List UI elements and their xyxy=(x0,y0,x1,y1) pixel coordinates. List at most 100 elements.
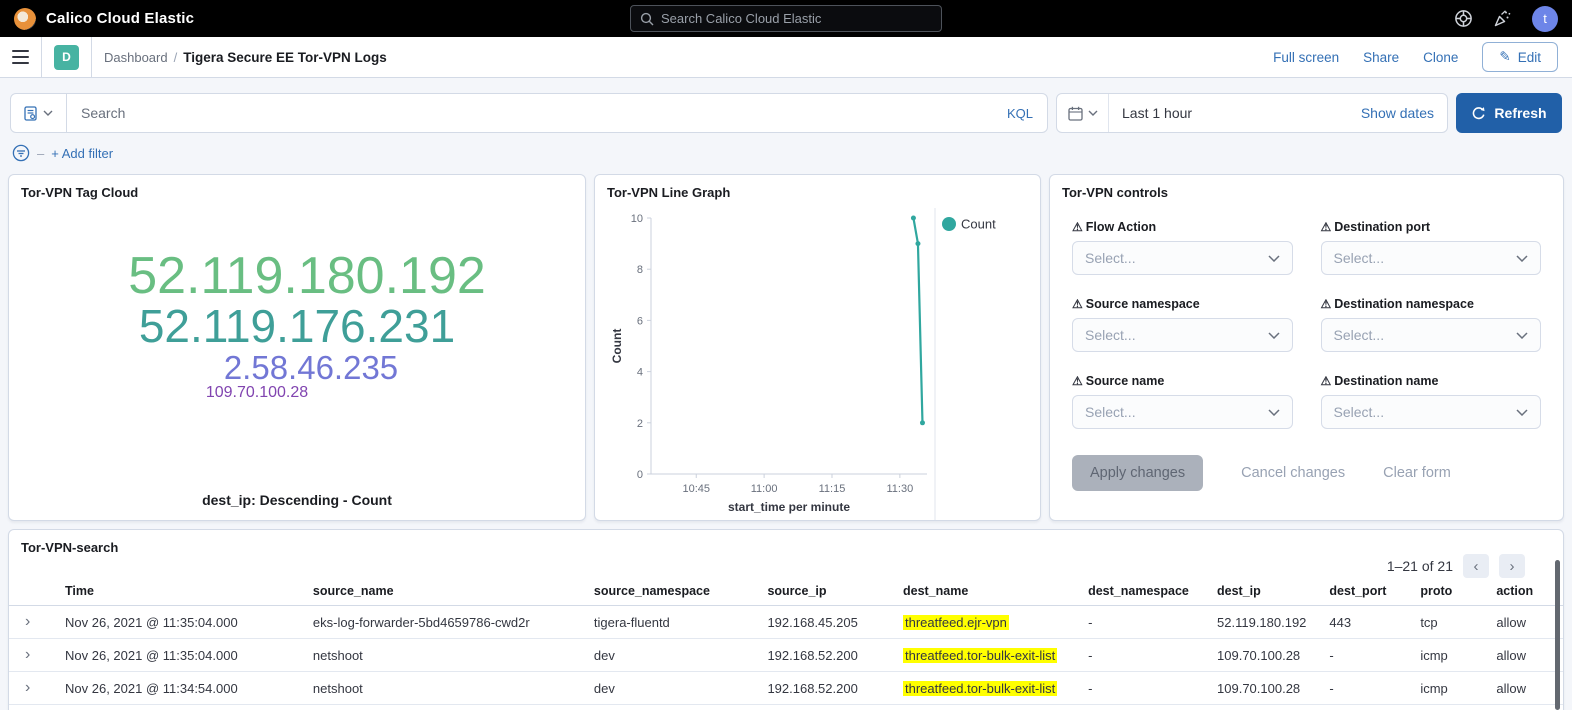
control-field: ⚠Destination namespace Select... xyxy=(1321,297,1542,352)
search-icon xyxy=(640,12,654,26)
clear-form-button[interactable]: Clear form xyxy=(1383,465,1451,481)
control-select[interactable]: Select... xyxy=(1072,395,1293,429)
tag-cloud-items: 52.119.180.19252.119.176.2312.58.46.2351… xyxy=(9,249,585,402)
cell-source_namespace: dev xyxy=(578,681,752,696)
cell-dest_name: threatfeed.tor-bulk-exit-list xyxy=(887,681,1072,696)
kql-button[interactable]: KQL xyxy=(1007,106,1047,121)
cell-dest_port: - xyxy=(1313,681,1404,696)
cell-source_name: eks-log-forwarder-5bd4659786-cwd2r xyxy=(297,615,578,630)
saved-query-menu-button[interactable] xyxy=(11,94,67,132)
row-expand-button[interactable]: › xyxy=(9,614,49,630)
column-header-dest_ip: dest_ip xyxy=(1201,584,1313,598)
tag-cloud-caption: dest_ip: Descending - Count xyxy=(9,492,585,508)
tag-cloud-tag[interactable]: 109.70.100.28 xyxy=(8,385,545,402)
control-select[interactable]: Select... xyxy=(1321,395,1542,429)
user-avatar[interactable]: t xyxy=(1532,6,1558,32)
tag-cloud-panel: Tor-VPN Tag Cloud 52.119.180.19252.119.1… xyxy=(8,174,586,521)
cancel-changes-button[interactable]: Cancel changes xyxy=(1241,465,1345,481)
edit-button[interactable]: ✎ Edit xyxy=(1482,42,1558,72)
chevron-down-icon xyxy=(1268,409,1280,416)
tag-cloud-tag[interactable]: 2.58.46.235 xyxy=(23,351,586,385)
cell-Time: Nov 26, 2021 @ 11:35:04.000 xyxy=(49,615,297,630)
calendar-icon xyxy=(1068,106,1083,121)
line-chart-svg: 024681010:4511:0011:1511:30start_time pe… xyxy=(607,206,1030,521)
warning-icon: ⚠ xyxy=(1072,374,1083,388)
dashboard-search-input[interactable]: Search xyxy=(67,94,1007,132)
filter-icon[interactable] xyxy=(12,144,30,162)
breadcrumb-dashboard[interactable]: Dashboard xyxy=(104,50,168,65)
controls-title: Tor-VPN controls xyxy=(1062,185,1551,200)
svg-text:Count: Count xyxy=(610,329,624,364)
table-scrollbar[interactable] xyxy=(1555,560,1560,710)
show-dates-button[interactable]: Show dates xyxy=(1361,105,1447,121)
add-filter-button[interactable]: + Add filter xyxy=(51,146,113,161)
svg-text:11:00: 11:00 xyxy=(751,483,778,495)
refresh-button[interactable]: Refresh xyxy=(1456,93,1562,133)
filter-dash: – xyxy=(37,146,44,161)
time-range-value[interactable]: Last 1 hour xyxy=(1109,105,1192,121)
tag-cloud-tag[interactable]: 52.119.176.231 xyxy=(9,303,585,351)
control-select[interactable]: Select... xyxy=(1321,241,1542,275)
warning-icon: ⚠ xyxy=(1072,297,1083,311)
control-field: ⚠Destination port Select... xyxy=(1321,220,1542,275)
page-title: Tigera Secure EE Tor-VPN Logs xyxy=(183,50,387,65)
global-search-placeholder: Search Calico Cloud Elastic xyxy=(661,11,821,26)
menu-icon[interactable] xyxy=(12,50,29,64)
column-header-source_name: source_name xyxy=(297,584,578,598)
control-field-label: ⚠Destination name xyxy=(1321,374,1542,388)
cell-Time: Nov 26, 2021 @ 11:34:54.000 xyxy=(49,681,297,696)
table-body: ›Nov 26, 2021 @ 11:35:04.000eks-log-forw… xyxy=(9,606,1563,705)
warning-icon: ⚠ xyxy=(1072,220,1083,234)
control-select[interactable]: Select... xyxy=(1072,318,1293,352)
dashboard-badge[interactable]: D xyxy=(54,45,79,70)
table-row: ›Nov 26, 2021 @ 11:35:04.000netshootdev1… xyxy=(9,639,1563,672)
news-icon[interactable] xyxy=(1493,9,1512,28)
cell-dest_namespace: - xyxy=(1072,615,1201,630)
clone-button[interactable]: Clone xyxy=(1423,50,1458,65)
column-header-dest_namespace: dest_namespace xyxy=(1072,584,1201,598)
help-icon[interactable] xyxy=(1454,9,1473,28)
previous-page-button[interactable]: ‹ xyxy=(1463,554,1489,578)
cell-dest_name: threatfeed.ejr-vpn xyxy=(887,615,1072,630)
cell-dest_namespace: - xyxy=(1072,681,1201,696)
control-field-label: ⚠Destination namespace xyxy=(1321,297,1542,311)
control-select[interactable]: Select... xyxy=(1072,241,1293,275)
next-page-button[interactable]: › xyxy=(1499,554,1525,578)
global-search-input[interactable]: Search Calico Cloud Elastic xyxy=(630,5,942,32)
svg-text:4: 4 xyxy=(637,367,643,379)
cell-source_ip: 192.168.45.205 xyxy=(751,615,887,630)
row-expand-button[interactable]: › xyxy=(9,680,49,696)
warning-icon: ⚠ xyxy=(1321,220,1332,234)
cell-action: allow xyxy=(1480,681,1563,696)
cell-dest_port: - xyxy=(1313,648,1404,663)
legend-item-count[interactable]: Count xyxy=(942,217,996,232)
control-field-label: ⚠Source namespace xyxy=(1072,297,1293,311)
column-header-Time: Time xyxy=(49,584,297,598)
cell-source_name: netshoot xyxy=(297,648,578,663)
chevron-down-icon xyxy=(1088,110,1098,116)
apply-changes-button[interactable]: Apply changes xyxy=(1072,455,1203,491)
row-expand-button[interactable]: › xyxy=(9,647,49,663)
line-graph-title: Tor-VPN Line Graph xyxy=(607,185,1028,200)
chevron-down-icon xyxy=(1516,255,1528,262)
column-header-source_namespace: source_namespace xyxy=(578,584,752,598)
dashboard-panels: Tor-VPN Tag Cloud 52.119.180.19252.119.1… xyxy=(8,174,1564,521)
warning-icon: ⚠ xyxy=(1321,297,1332,311)
control-field: ⚠Flow ActionSelect... xyxy=(1072,220,1293,275)
control-field-label: ⚠Destination port xyxy=(1321,220,1542,234)
full-screen-button[interactable]: Full screen xyxy=(1273,50,1339,65)
cell-dest_ip: 109.70.100.28 xyxy=(1201,648,1313,663)
control-select[interactable]: Select... xyxy=(1321,318,1542,352)
breadcrumb: Dashboard / Tigera Secure EE Tor-VPN Log… xyxy=(92,37,399,77)
date-picker: Last 1 hour Show dates xyxy=(1056,93,1448,133)
svg-text:10:45: 10:45 xyxy=(682,483,710,495)
cell-action: allow xyxy=(1480,615,1563,630)
chevron-down-icon xyxy=(1268,255,1280,262)
chevron-down-icon xyxy=(43,110,53,116)
calendar-menu-button[interactable] xyxy=(1057,94,1109,132)
svg-text:2: 2 xyxy=(637,418,643,430)
share-button[interactable]: Share xyxy=(1363,50,1399,65)
tag-cloud-tag[interactable]: 52.119.180.192 xyxy=(19,249,586,303)
chevron-down-icon xyxy=(1268,332,1280,339)
cell-dest_ip: 52.119.180.192 xyxy=(1201,615,1313,630)
